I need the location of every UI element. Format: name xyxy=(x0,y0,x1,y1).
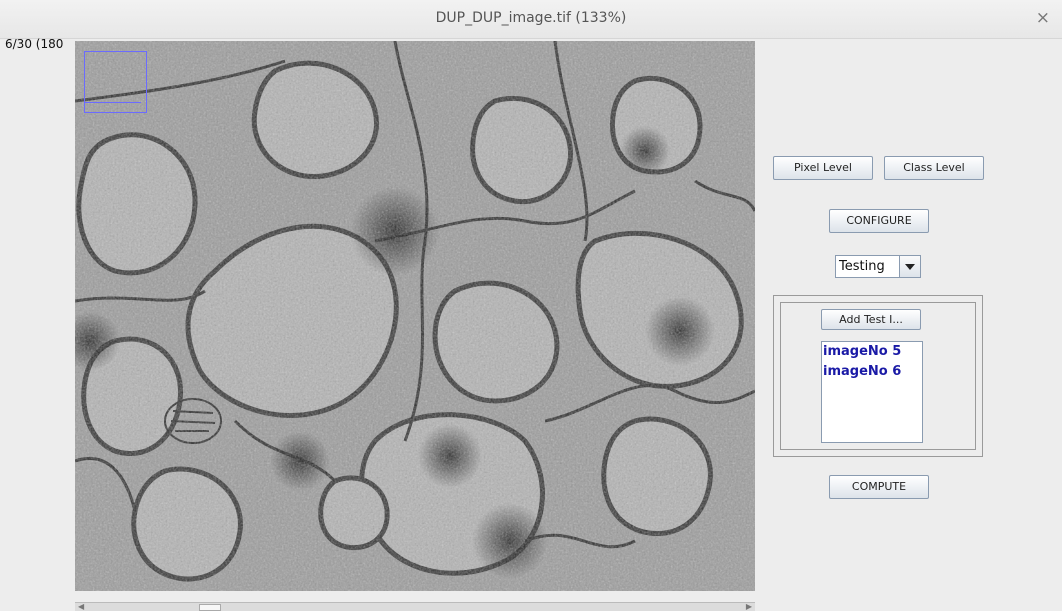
add-test-image-button[interactable]: Add Test I... xyxy=(821,309,921,330)
micrograph-image xyxy=(75,41,755,591)
configure-button[interactable]: CONFIGURE xyxy=(829,209,929,233)
list-item[interactable]: imageNo 6 xyxy=(822,362,922,382)
mode-dropdown[interactable]: Testing xyxy=(835,255,921,278)
compute-button[interactable]: COMPUTE xyxy=(829,475,929,499)
roi-selection-rectangle[interactable] xyxy=(84,51,147,113)
class-level-button[interactable]: Class Level xyxy=(884,156,984,180)
pixel-level-button[interactable]: Pixel Level xyxy=(773,156,873,180)
list-item[interactable]: imageNo 5 xyxy=(822,342,922,362)
title-bar: DUP_DUP_image.tif (133%) × xyxy=(0,0,1062,39)
close-icon[interactable]: × xyxy=(1036,8,1050,28)
slice-info-label: 6/30 (180 xyxy=(5,37,64,51)
window-title: DUP_DUP_image.tif (133%) xyxy=(435,10,627,26)
roi-divider-line xyxy=(85,102,141,103)
chevron-down-icon[interactable] xyxy=(899,256,920,277)
image-canvas[interactable] xyxy=(75,41,755,591)
mode-dropdown-value: Testing xyxy=(839,259,885,274)
test-image-list[interactable]: imageNo 5 imageNo 6 xyxy=(821,341,923,443)
